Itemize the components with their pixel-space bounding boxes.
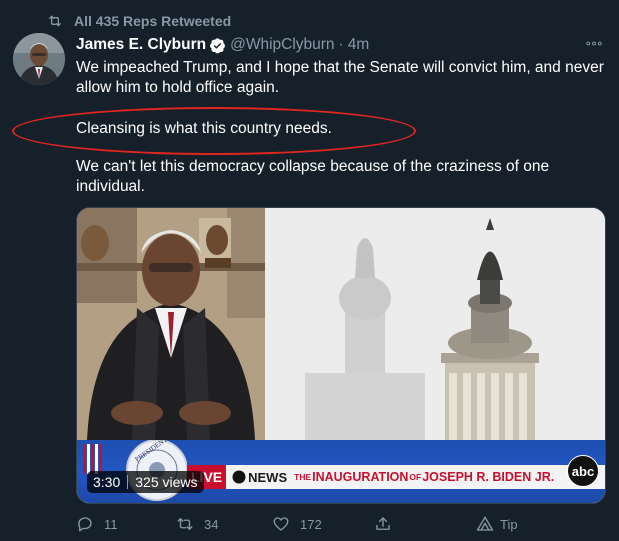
video-views: 325 views xyxy=(135,474,198,490)
inauguration-title: THE INAUGURATION OF JOSEPH R. BIDEN JR. xyxy=(293,470,554,484)
author-handle[interactable]: @WhipClyburn xyxy=(230,36,334,54)
video-player[interactable]: PRESIDENT OF THE LIVE NEWS THE INAUGURAT… xyxy=(76,207,606,504)
like-count: 172 xyxy=(300,516,322,532)
video-duration-views-badge: 3:30 325 views xyxy=(87,471,204,493)
reply-icon xyxy=(78,517,92,532)
avatar[interactable] xyxy=(13,33,65,85)
network-name: NEWS xyxy=(248,469,288,485)
reply-button[interactable]: 11 xyxy=(76,513,118,535)
separator-dot: · xyxy=(338,36,344,53)
retweet-context-text: All 435 Reps Retweeted xyxy=(74,13,232,29)
tweet-header: James E. Clyburn @WhipClyburn · 4m xyxy=(76,36,369,54)
reply-count: 11 xyxy=(104,516,118,532)
abc-network-logo: abc xyxy=(567,455,599,487)
news-lower-third: LIVE NEWS THE INAUGURATION OF JOSEPH R. … xyxy=(187,465,605,489)
tweet-text-paragraph-2: Cleansing is what this country needs. xyxy=(76,120,332,137)
tip-label: Tip xyxy=(500,516,518,532)
lower-third-the: THE xyxy=(294,472,312,482)
retweet-action-icon xyxy=(177,518,193,530)
tip-button[interactable]: Tip xyxy=(476,513,518,535)
lower-third-name: JOSEPH R. BIDEN JR. xyxy=(422,470,555,484)
heart-icon xyxy=(273,517,289,531)
lower-third-inauguration: INAUGURATION xyxy=(312,470,409,484)
abc-news-label: NEWS xyxy=(226,470,293,485)
retweet-count: 34 xyxy=(204,516,219,532)
retweet-context[interactable]: All 435 Reps Retweeted xyxy=(46,12,231,30)
verified-badge-icon xyxy=(209,37,226,54)
tip-icon xyxy=(476,516,494,531)
author-name[interactable]: James E. Clyburn xyxy=(76,36,206,54)
video-left-panel-speaker xyxy=(77,208,265,440)
retweet-icon xyxy=(46,13,64,29)
share-button[interactable] xyxy=(374,513,392,535)
video-right-panel-capitol xyxy=(265,208,605,440)
like-button[interactable]: 172 xyxy=(272,513,322,535)
retweet-button[interactable]: 34 xyxy=(176,513,218,535)
lower-third-of: OF xyxy=(409,472,422,482)
tweet-text-paragraph-1: We impeached Trump, and I hope that the … xyxy=(76,59,604,96)
more-options-icon[interactable] xyxy=(583,34,605,52)
tweet-text-paragraph-3: We can't let this democracy collapse bec… xyxy=(76,158,550,195)
badge-divider xyxy=(127,475,129,489)
tweet-timestamp[interactable]: 4m xyxy=(348,36,370,54)
share-icon xyxy=(376,517,390,530)
video-duration: 3:30 xyxy=(93,474,121,490)
